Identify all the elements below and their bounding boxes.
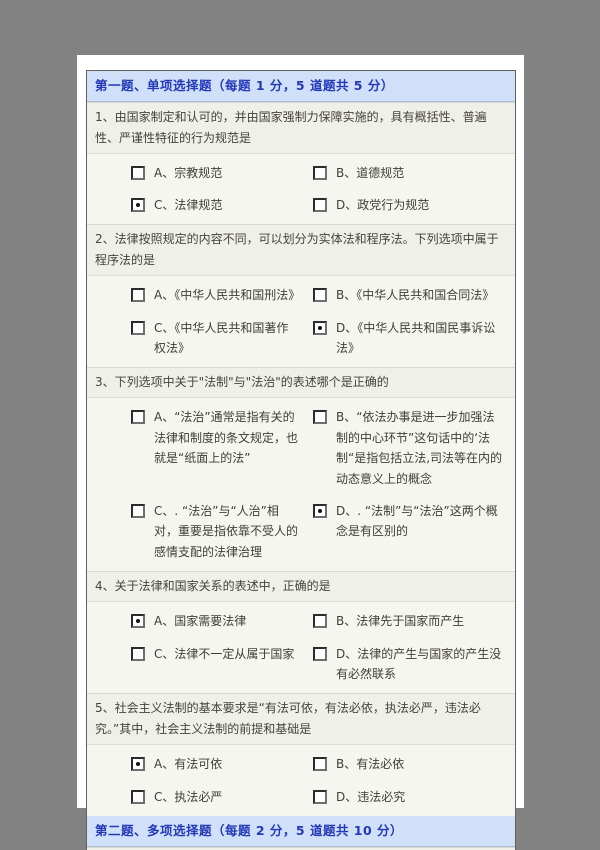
section-header: 第二题、多项选择题（每题 2 分，5 道题共 10 分）	[87, 816, 515, 847]
question-title: 4、关于法律和国家关系的表述中，正确的是	[87, 571, 515, 603]
option-item[interactable]: D、政党行为规范	[313, 195, 505, 215]
radio-button[interactable]	[313, 197, 327, 212]
radio-button[interactable]	[131, 410, 145, 425]
section-header: 第一题、单项选择题（每题 1 分，5 道题共 5 分）	[87, 71, 515, 102]
option-item[interactable]: B、道德规范	[313, 163, 505, 183]
question-options: A、宗教规范 B、道德规范 C、法律规范 D、政党行为规范	[87, 153, 515, 225]
option-label[interactable]: D、政党行为规范	[336, 195, 429, 215]
quiz-table: 第一题、单项选择题（每题 1 分，5 道题共 5 分） 1、由国家制定和认可的，并…	[86, 70, 516, 850]
question-title: 1、由国家制定和认可的，并由国家强制力保障实施的，具有概括性、普遍性、严谨性特征…	[87, 101, 515, 154]
option-label[interactable]: A、国家需要法律	[154, 611, 246, 631]
radio-button[interactable]	[131, 197, 145, 212]
question-title: 1、社会主义法律的实施，一般分为执法、司法、守法和法律实施的监督。其中，司法的主…	[87, 846, 515, 850]
radio-button[interactable]	[313, 757, 327, 772]
option-item[interactable]: C、法律不一定从属于国家	[131, 644, 299, 664]
question-title: 3、下列选项中关于"法制"与"法治"的表述哪个是正确的	[87, 367, 515, 399]
radio-button[interactable]	[131, 789, 145, 804]
option-label[interactable]: A、《中华人民共和国刑法》	[154, 285, 300, 305]
radio-button[interactable]	[131, 646, 145, 661]
option-label[interactable]: A、有法可依	[154, 754, 222, 774]
radio-button[interactable]	[131, 614, 145, 629]
option-item[interactable]: A、国家需要法律	[131, 611, 299, 631]
radio-button[interactable]	[131, 757, 145, 772]
question-options: A、《中华人民共和国刑法》 B、《中华人民共和国合同法》 C、《中华人民共和国著作权…	[87, 276, 515, 368]
option-item[interactable]: B、《中华人民共和国合同法》	[313, 285, 505, 305]
radio-button[interactable]	[131, 288, 145, 303]
option-label[interactable]: D、《中华人民共和国民事诉讼法》	[336, 318, 505, 359]
option-item[interactable]: B、法律先于国家而产生	[313, 611, 505, 631]
option-label[interactable]: B、“依法办事是进一步加强法制的中心环节”这句话中的‘法制“是指包括立法,司法等…	[336, 407, 505, 489]
option-item[interactable]: C、法律规范	[131, 195, 299, 215]
option-label[interactable]: B、法律先于国家而产生	[336, 611, 464, 631]
question-options: A、国家需要法律 B、法律先于国家而产生 C、法律不一定从属于国家 D、法律的产生与国…	[87, 602, 515, 694]
radio-button[interactable]	[131, 165, 145, 180]
option-item[interactable]: A、“法治”通常是指有关的法律和制度的条文规定，也就是“纸面上的法”	[131, 407, 299, 468]
canvas-background: 第一题、单项选择题（每题 1 分，5 道题共 5 分） 1、由国家制定和认可的，并…	[0, 0, 600, 850]
radio-button[interactable]	[313, 504, 327, 519]
question-options: A、“法治”通常是指有关的法律和制度的条文规定，也就是“纸面上的法” B、“依法办…	[87, 398, 515, 572]
radio-button[interactable]	[313, 410, 327, 425]
option-item[interactable]: C、《中华人民共和国著作权法》	[131, 318, 299, 359]
question-title: 2、法律按照规定的内容不同，可以划分为实体法和程序法。下列选项中属于程序法的是	[87, 224, 515, 277]
option-label[interactable]: C、法律不一定从属于国家	[154, 644, 294, 664]
radio-button[interactable]	[313, 165, 327, 180]
radio-button[interactable]	[313, 789, 327, 804]
option-label[interactable]: B、道德规范	[336, 163, 404, 183]
option-label[interactable]: C、执法必严	[154, 787, 222, 807]
option-label[interactable]: D、法律的产生与国家的产生没有必然联系	[336, 644, 505, 685]
option-label[interactable]: A、“法治”通常是指有关的法律和制度的条文规定，也就是“纸面上的法”	[154, 407, 299, 468]
radio-button[interactable]	[313, 320, 327, 335]
radio-button[interactable]	[313, 288, 327, 303]
option-label[interactable]: C、. “法治”与“人治”相对，重要是指依靠不受人的感情支配的法律治理	[154, 501, 299, 562]
question-options: A、有法可依 B、有法必依 C、执法必严 D、违法必究	[87, 745, 515, 817]
option-label[interactable]: D、. “法制”与“法治”这两个概念是有区别的	[336, 501, 505, 542]
option-item[interactable]: A、宗教规范	[131, 163, 299, 183]
option-item[interactable]: B、有法必依	[313, 754, 505, 774]
option-label[interactable]: B、《中华人民共和国合同法》	[336, 285, 494, 305]
radio-button[interactable]	[131, 504, 145, 519]
option-item[interactable]: A、有法可依	[131, 754, 299, 774]
option-item[interactable]: D、违法必究	[313, 787, 505, 807]
option-item[interactable]: D、法律的产生与国家的产生没有必然联系	[313, 644, 505, 685]
radio-button[interactable]	[313, 646, 327, 661]
option-item[interactable]: D、. “法制”与“法治”这两个概念是有区别的	[313, 501, 505, 542]
option-item[interactable]: B、“依法办事是进一步加强法制的中心环节”这句话中的‘法制“是指包括立法,司法等…	[313, 407, 505, 489]
option-item[interactable]: C、. “法治”与“人治”相对，重要是指依靠不受人的感情支配的法律治理	[131, 501, 299, 562]
document-page: 第一题、单项选择题（每题 1 分，5 道题共 5 分） 1、由国家制定和认可的，并…	[77, 55, 524, 850]
option-label[interactable]: B、有法必依	[336, 754, 404, 774]
option-item[interactable]: C、执法必严	[131, 787, 299, 807]
option-label[interactable]: C、法律规范	[154, 195, 222, 215]
radio-button[interactable]	[313, 614, 327, 629]
option-label[interactable]: D、违法必究	[336, 787, 405, 807]
option-label[interactable]: C、《中华人民共和国著作权法》	[154, 318, 299, 359]
radio-button[interactable]	[131, 320, 145, 335]
question-title: 5、社会主义法制的基本要求是“有法可依，有法必依，执法必严，违法必究。”其中，社…	[87, 693, 515, 746]
option-item[interactable]: A、《中华人民共和国刑法》	[131, 285, 300, 305]
option-label[interactable]: A、宗教规范	[154, 163, 222, 183]
option-item[interactable]: D、《中华人民共和国民事诉讼法》	[313, 318, 505, 359]
